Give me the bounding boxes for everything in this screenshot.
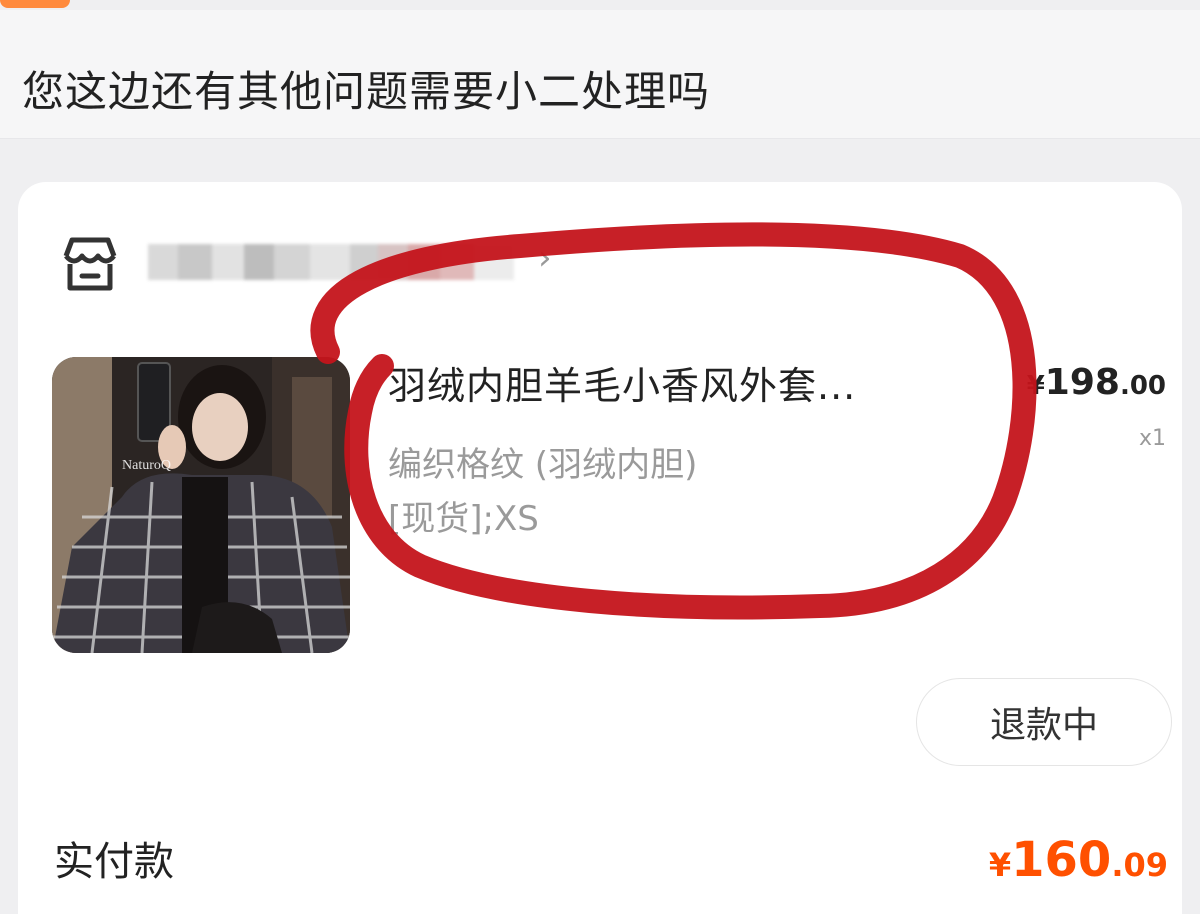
paid-amount-value: ¥160.09 (989, 832, 1168, 888)
product-spec-line-1: 编织格纹 (羽绒内胆) (388, 445, 698, 485)
price-decimal: .00 (1119, 371, 1166, 401)
top-accent-bar (0, 0, 70, 8)
shop-name-obscured[interactable] (148, 244, 514, 280)
thumbnail-watermark: NaturoQ (122, 458, 171, 473)
chevron-right-icon[interactable]: › (538, 238, 552, 278)
order-card[interactable]: › NaturoQ 羽绒内胆羊毛小香风外套... 编织格纹 (羽绒内胆) [现货… (18, 182, 1182, 914)
quantity: x1 (1138, 426, 1166, 451)
product-title[interactable]: 羽绒内胆羊毛小香风外套... (388, 362, 998, 410)
price-currency: ¥ (1026, 371, 1045, 401)
paid-integer: 160 (1011, 832, 1112, 888)
product-thumbnail[interactable] (52, 357, 350, 653)
refund-status-button[interactable]: 退款中 (916, 678, 1172, 766)
product-spec-line-2: [现货];XS (388, 499, 539, 539)
paid-amount-label: 实付款 (54, 839, 174, 885)
chat-message-bubble: 您这边还有其他问题需要小二处理吗 (0, 10, 1200, 139)
unit-price: ¥198.00 (1027, 362, 1166, 403)
paid-currency: ¥ (988, 846, 1012, 884)
chat-message-text: 您这边还有其他问题需要小二处理吗 (22, 67, 711, 116)
shop-icon (63, 237, 117, 291)
paid-decimal: .09 (1111, 846, 1168, 884)
product-spec: 编织格纹 (羽绒内胆) [现货];XS (388, 438, 988, 546)
price-integer: 198 (1044, 362, 1120, 403)
